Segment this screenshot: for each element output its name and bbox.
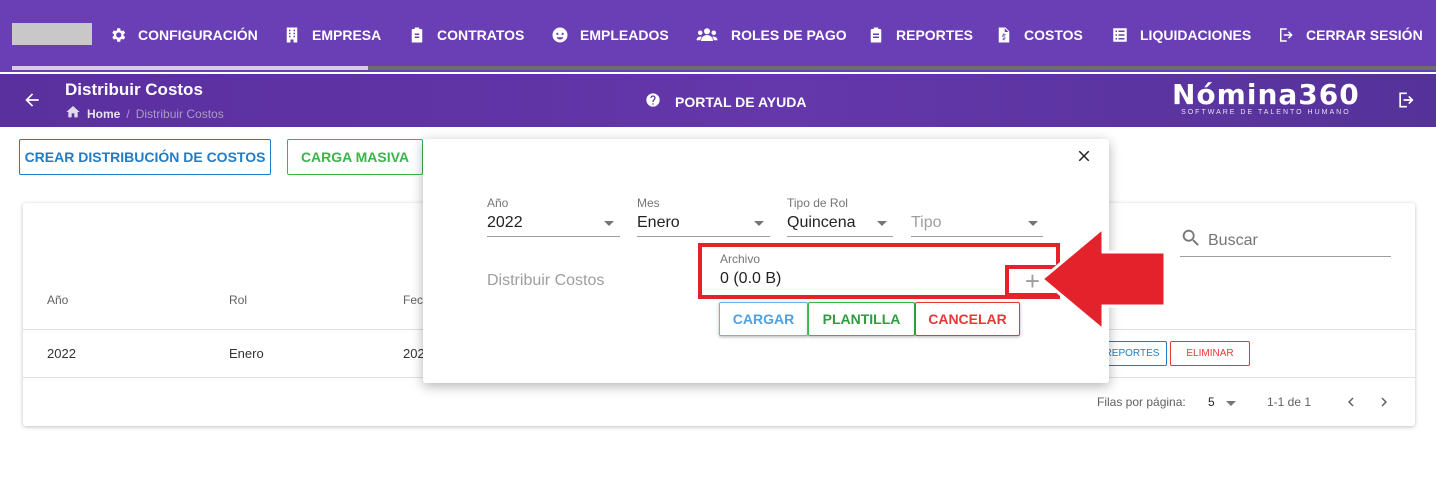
cell-rol: Enero <box>229 346 264 361</box>
nav-empleados[interactable]: EMPLEADOS <box>550 0 669 70</box>
logout-icon[interactable] <box>1396 90 1416 115</box>
tipo-placeholder: Tipo <box>911 214 942 231</box>
brand-name: Nómina360 <box>1172 78 1360 111</box>
nav-label: CONFIGURACIÓN <box>138 27 258 43</box>
nav-label: CERRAR SESIÓN <box>1306 27 1423 43</box>
create-distribution-button[interactable]: CREAR DISTRIBUCIÓN DE COSTOS <box>19 139 271 175</box>
loading-progress-fill <box>12 66 368 70</box>
chevron-down-icon <box>877 221 887 226</box>
breadcrumb-home[interactable]: Home <box>87 107 120 121</box>
cancel-button[interactable]: CANCELAR <box>915 302 1020 336</box>
search-placeholder: Buscar <box>1208 231 1258 249</box>
plus-icon: + <box>1024 266 1041 296</box>
building-icon <box>282 25 302 45</box>
top-navbar: CONFIGURACIÓN EMPRESA CONTRATOS EMPLEADO… <box>0 0 1436 72</box>
brand-logo: Nómina360 SOFTWARE DE TALENTO HUMANO <box>1172 78 1360 116</box>
tipo-rol-select[interactable]: Tipo de Rol Quincena <box>787 196 893 237</box>
breadcrumb: Home / Distribuir Costos <box>65 104 224 123</box>
clipboard-list-icon <box>866 25 886 45</box>
nav-liquidaciones[interactable]: LIQUIDACIONES <box>1110 0 1251 70</box>
file-input-value[interactable]: 0 (0.0 B) <box>720 270 781 288</box>
chevron-left-icon[interactable] <box>1342 393 1360 416</box>
nav-label: COSTOS <box>1024 27 1083 43</box>
page-header: Distribuir Costos Home / Distribuir Cost… <box>0 74 1436 127</box>
brand-tagline: SOFTWARE DE TALENTO HUMANO <box>1181 109 1351 116</box>
nav-label: REPORTES <box>896 27 974 43</box>
nav-contratos[interactable]: CONTRATOS <box>407 0 524 70</box>
chevron-right-icon[interactable] <box>1375 393 1393 416</box>
rows-per-page-select[interactable]: 5 <box>1208 395 1215 409</box>
mes-value: Enero <box>637 214 680 231</box>
nav-cerrar-sesion[interactable]: CERRAR SESIÓN <box>1276 0 1423 70</box>
help-icon <box>645 92 661 111</box>
distribuir-costos-label: Distribuir Costos <box>487 272 605 289</box>
close-icon[interactable] <box>1075 147 1093 165</box>
list-icon <box>1110 25 1130 45</box>
tipo-rol-label: Tipo de Rol <box>787 196 848 210</box>
nav-costos[interactable]: COSTOS <box>994 0 1083 70</box>
face-icon <box>550 25 570 45</box>
nav-label: CONTRATOS <box>437 27 525 43</box>
delete-button[interactable]: ELIMINAR <box>1170 341 1250 366</box>
search-icon <box>1180 227 1202 254</box>
nav-label: EMPRESA <box>312 27 382 43</box>
column-header-anio[interactable]: Año <box>47 293 68 307</box>
chevron-down-icon <box>754 221 764 226</box>
upload-button[interactable]: CARGAR <box>719 302 808 336</box>
file-dollar-icon <box>994 25 1014 45</box>
breadcrumb-current: Distribuir Costos <box>135 106 224 121</box>
anio-select[interactable]: Año 2022 <box>487 196 620 237</box>
nav-label: LIQUIDACIONES <box>1140 27 1252 43</box>
rows-per-page-label: Filas por página: <box>1097 395 1186 409</box>
company-logo <box>12 23 92 45</box>
breadcrumb-separator: / <box>126 106 130 121</box>
anio-value: 2022 <box>487 214 523 231</box>
nav-roles-de-pago[interactable]: ROLES DE PAGO <box>693 0 847 70</box>
bulk-upload-button[interactable]: CARGA MASIVA <box>287 139 423 175</box>
annotation-arrow <box>1040 226 1167 332</box>
file-input-label: Archivo <box>720 252 761 266</box>
template-button[interactable]: PLANTILLA <box>808 302 915 336</box>
page-title: Distribuir Costos <box>65 80 203 99</box>
chevron-down-icon <box>604 221 614 226</box>
mes-select[interactable]: Mes Enero <box>637 196 770 237</box>
nav-label: ROLES DE PAGO <box>731 27 847 43</box>
column-header-rol[interactable]: Rol <box>229 293 247 307</box>
back-arrow-icon[interactable] <box>22 90 44 112</box>
pagination-range: 1-1 de 1 <box>1267 395 1312 409</box>
logout-icon <box>1276 25 1296 45</box>
anio-label: Año <box>487 196 509 210</box>
users-icon <box>693 25 721 45</box>
mes-label: Mes <box>637 196 660 210</box>
gear-icon <box>108 25 128 45</box>
help-portal-link[interactable]: PORTAL DE AYUDA <box>645 92 806 111</box>
nav-configuracion[interactable]: CONFIGURACIÓN <box>108 0 258 70</box>
nav-empresa[interactable]: EMPRESA <box>282 0 381 70</box>
cell-fecha: 202 <box>403 346 425 361</box>
nav-reportes[interactable]: REPORTES <box>866 0 973 70</box>
home-icon <box>65 104 81 123</box>
tipo-select[interactable]: Tipo <box>911 196 1043 237</box>
help-label: PORTAL DE AYUDA <box>675 93 807 110</box>
clipboard-icon <box>407 25 427 45</box>
column-header-fecha[interactable]: Fec <box>403 293 423 307</box>
nav-label: EMPLEADOS <box>580 27 669 43</box>
chevron-down-icon <box>1028 221 1038 226</box>
search-input[interactable]: Buscar <box>1180 225 1391 257</box>
loading-progress-bar <box>12 66 1436 70</box>
cell-anio: 2022 <box>47 346 76 361</box>
